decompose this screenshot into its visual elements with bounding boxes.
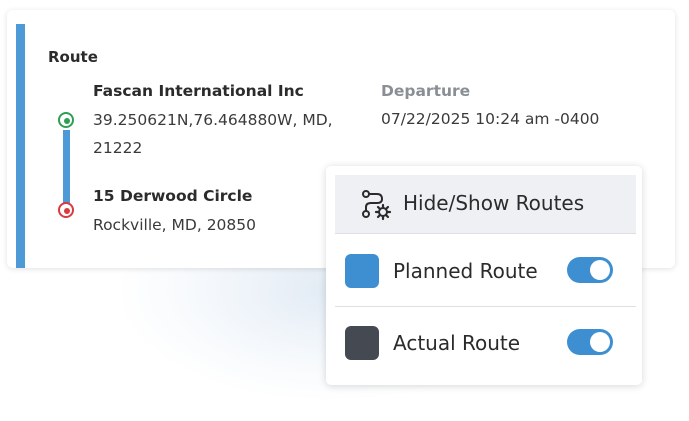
- planned-route-swatch: [345, 254, 379, 288]
- actual-route-label: Actual Route: [393, 331, 521, 355]
- route-connector-line: [63, 130, 70, 210]
- departure-label: Departure: [381, 82, 471, 100]
- route-view: Route Fascan International Inc 39.250621…: [0, 0, 689, 421]
- origin-address-line2: 21222: [93, 139, 143, 157]
- destination-address: Rockville, MD, 20850: [93, 216, 257, 234]
- hide-show-routes-panel: Hide/Show Routes Planned Route Actual Ro…: [326, 166, 642, 385]
- origin-name: Fascan International Inc: [93, 82, 304, 100]
- header-divider: [335, 233, 636, 234]
- actual-route-toggle[interactable]: [567, 329, 613, 355]
- planned-route-row: Planned Route: [335, 235, 636, 305]
- route-accent-bar: [16, 24, 25, 268]
- hide-show-routes-header: Hide/Show Routes: [335, 175, 636, 233]
- hide-show-routes-title: Hide/Show Routes: [403, 191, 585, 215]
- origin-address-line1: 39.250621N,76.464880W, MD,: [93, 111, 333, 129]
- destination-name: 15 Derwood Circle: [93, 187, 253, 205]
- destination-marker-icon: [58, 202, 74, 218]
- origin-address: 39.250621N,76.464880W, MD, 21222: [93, 106, 373, 162]
- planned-route-toggle[interactable]: [567, 257, 613, 283]
- toggle-knob: [590, 260, 610, 280]
- origin-marker-icon: [58, 112, 74, 128]
- departure-value: 07/22/2025 10:24 am -0400: [381, 110, 600, 128]
- actual-route-row: Actual Route: [335, 307, 636, 377]
- route-settings-icon: [362, 190, 392, 221]
- planned-route-label: Planned Route: [393, 259, 538, 283]
- actual-route-swatch: [345, 326, 379, 360]
- toggle-knob: [590, 332, 610, 352]
- route-title: Route: [48, 48, 98, 66]
